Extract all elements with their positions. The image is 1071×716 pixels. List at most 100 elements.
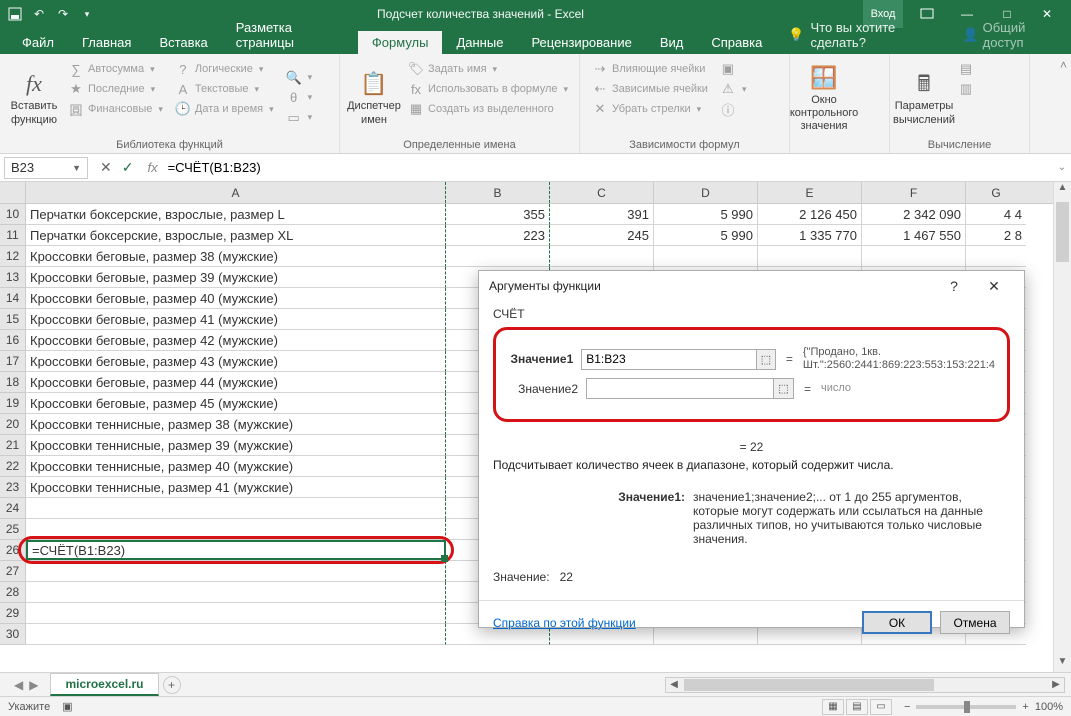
tab-insert[interactable]: Вставка <box>145 31 221 54</box>
math-button[interactable]: θ▾ <box>284 89 315 107</box>
row-header[interactable]: 15 <box>0 309 26 330</box>
tab-help[interactable]: Справка <box>697 31 776 54</box>
cell[interactable]: 2 126 450 <box>758 204 862 225</box>
active-cell-a26[interactable]: =СЧЁТ(B1:B23) <box>26 540 446 560</box>
trace-dependents-button[interactable]: ⇠Зависимые ячейки <box>590 80 710 98</box>
cell[interactable]: Кроссовки беговые, размер 38 (мужские) <box>26 246 446 267</box>
cell[interactable]: 391 <box>550 204 654 225</box>
text-button[interactable]: AТекстовые▾ <box>173 80 276 98</box>
scroll-right-icon[interactable]: ▶ <box>1048 679 1064 690</box>
financial-button[interactable]: 圓Финансовые▾ <box>66 100 165 118</box>
cell[interactable]: Кроссовки теннисные, размер 38 (мужские) <box>26 414 446 435</box>
tab-layout[interactable]: Разметка страницы <box>222 16 358 54</box>
cell[interactable]: Кроссовки беговые, размер 43 (мужские) <box>26 351 446 372</box>
vscroll-thumb[interactable] <box>1056 202 1069 262</box>
cell[interactable]: Кроссовки беговые, размер 40 (мужские) <box>26 288 446 309</box>
row-header[interactable]: 11 <box>0 225 26 246</box>
trace-precedents-button[interactable]: ⇢Влияющие ячейки <box>590 60 710 78</box>
dialog-help-icon[interactable]: ? <box>934 271 974 301</box>
zoom-thumb[interactable] <box>964 701 970 713</box>
cell[interactable] <box>26 561 446 582</box>
cell[interactable]: Кроссовки беговые, размер 44 (мужские) <box>26 372 446 393</box>
row-header[interactable]: 12 <box>0 246 26 267</box>
row-header[interactable]: 17 <box>0 351 26 372</box>
save-icon[interactable] <box>4 3 26 25</box>
qa-customize-icon[interactable]: ▾ <box>76 3 98 25</box>
row-header[interactable]: 16 <box>0 330 26 351</box>
row-header[interactable]: 30 <box>0 624 26 645</box>
formula-input[interactable] <box>164 157 1053 179</box>
scroll-up-icon[interactable]: ▲ <box>1054 182 1071 198</box>
select-all-corner[interactable] <box>0 182 26 203</box>
row-header[interactable]: 25 <box>0 519 26 540</box>
sheet-nav-prev-icon[interactable]: ◀ <box>14 678 23 692</box>
scroll-left-icon[interactable]: ◀ <box>666 679 682 690</box>
cell[interactable] <box>26 498 446 519</box>
cell[interactable]: 5 990 <box>654 225 758 246</box>
redo-icon[interactable]: ↷ <box>52 3 74 25</box>
col-header-E[interactable]: E <box>758 182 862 203</box>
tab-home[interactable]: Главная <box>68 31 145 54</box>
cell[interactable]: 355 <box>446 204 550 225</box>
cell[interactable] <box>26 582 446 603</box>
autosum-button[interactable]: ∑Автосумма▾ <box>66 60 165 78</box>
logical-button[interactable]: ?Логические▾ <box>173 60 276 78</box>
view-normal-icon[interactable]: ▦ <box>822 699 844 715</box>
tab-data[interactable]: Данные <box>442 31 517 54</box>
tab-file[interactable]: Файл <box>8 31 68 54</box>
scroll-down-icon[interactable]: ▼ <box>1054 656 1071 672</box>
datetime-button[interactable]: 🕒Дата и время▾ <box>173 100 276 118</box>
dialog-close-icon[interactable]: ✕ <box>974 271 1014 301</box>
cell[interactable]: Кроссовки беговые, размер 42 (мужские) <box>26 330 446 351</box>
row-header[interactable]: 29 <box>0 603 26 624</box>
insert-function-button[interactable]: fx Вставить функцию <box>6 58 62 137</box>
more-button[interactable]: ▭▾ <box>284 109 315 127</box>
error-check-button[interactable]: ⚠▾ <box>718 80 749 98</box>
fx-label-icon[interactable]: fx <box>141 160 163 175</box>
define-name-button[interactable]: 🏷Задать имя▾ <box>406 60 570 78</box>
cell[interactable] <box>446 246 550 267</box>
cell[interactable] <box>26 624 446 645</box>
col-header-F[interactable]: F <box>862 182 966 203</box>
view-break-icon[interactable]: ▭ <box>870 699 892 715</box>
cell[interactable]: 1 467 550 <box>862 225 966 246</box>
row-header[interactable]: 22 <box>0 456 26 477</box>
col-header-B[interactable]: B <box>446 182 550 203</box>
use-in-formula-button[interactable]: fxИспользовать в формуле▾ <box>406 80 570 98</box>
ok-button[interactable]: ОК <box>862 611 932 634</box>
add-sheet-icon[interactable]: + <box>163 676 181 694</box>
cell[interactable]: Перчатки боксерские, взрослые, размер L <box>26 204 446 225</box>
arg2-ref-icon[interactable]: ⬚ <box>774 378 794 399</box>
row-header[interactable]: 26 <box>0 540 26 561</box>
cancel-formula-icon[interactable]: ✕ <box>100 159 112 176</box>
row-header[interactable]: 24 <box>0 498 26 519</box>
calc-options-button[interactable]: 🖩 Параметры вычислений <box>896 58 952 137</box>
arg1-input[interactable] <box>581 349 757 370</box>
expand-formula-bar-icon[interactable]: ⌄ <box>1053 162 1071 173</box>
row-header[interactable]: 10 <box>0 204 26 225</box>
cell[interactable] <box>758 246 862 267</box>
cell[interactable]: 5 990 <box>654 204 758 225</box>
cell[interactable]: 223 <box>446 225 550 246</box>
view-layout-icon[interactable]: ▤ <box>846 699 868 715</box>
show-formulas-button[interactable]: ▣ <box>718 60 749 78</box>
fill-handle[interactable] <box>441 555 448 562</box>
tab-review[interactable]: Рецензирование <box>517 31 645 54</box>
horizontal-scrollbar[interactable]: ◀ ▶ <box>665 677 1065 693</box>
row-header[interactable]: 23 <box>0 477 26 498</box>
chevron-down-icon[interactable]: ▼ <box>72 163 81 173</box>
watch-window-button[interactable]: 🪟 Окно контрольного значения <box>796 58 852 137</box>
cell[interactable]: Кроссовки беговые, размер 39 (мужские) <box>26 267 446 288</box>
cell[interactable]: Кроссовки беговые, размер 45 (мужские) <box>26 393 446 414</box>
create-from-selection-button[interactable]: ▦Создать из выделенного <box>406 100 570 118</box>
name-manager-button[interactable]: 📋 Диспетчер имен <box>346 58 402 137</box>
tab-formulas[interactable]: Формулы <box>358 31 443 54</box>
cell[interactable] <box>26 603 446 624</box>
confirm-formula-icon[interactable]: ✓ <box>122 159 134 176</box>
arg2-input[interactable] <box>586 378 774 399</box>
help-link[interactable]: Справка по этой функции <box>493 616 636 630</box>
calc-now-button[interactable]: ▤ <box>956 60 976 78</box>
row-header[interactable]: 27 <box>0 561 26 582</box>
cell[interactable]: 2 8 <box>966 225 1026 246</box>
zoom-out-icon[interactable]: − <box>904 701 910 713</box>
